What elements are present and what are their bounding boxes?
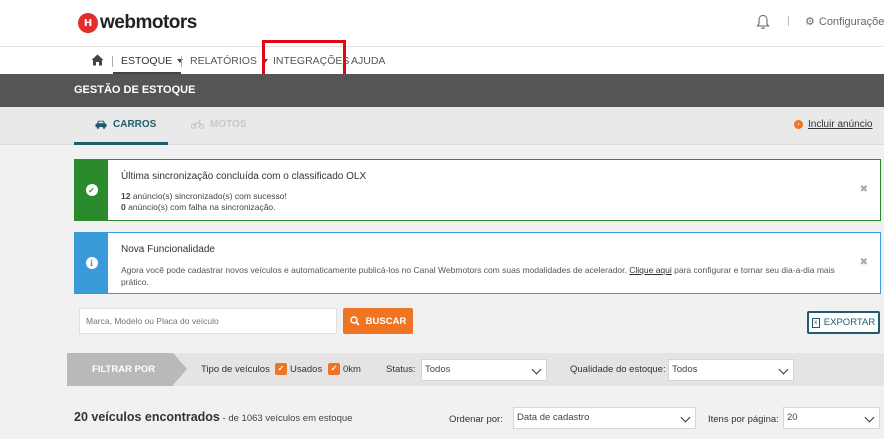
chevron-down-icon — [680, 412, 691, 423]
alert-side: ✓ — [75, 160, 108, 220]
filter-bar: FILTRAR POR Tipo de veículos ✓ Usados ✓ … — [67, 353, 884, 386]
alert-info-text: Agora você pode cadastrar novos veículos… — [121, 264, 851, 288]
quality-label: Qualidade do estoque: — [570, 364, 666, 375]
chevron-down-icon — [864, 412, 875, 423]
usados-checkbox[interactable]: ✓ — [275, 363, 287, 375]
highlight-box — [262, 40, 346, 77]
success-text: anúncio(s) sincronizado(s) com sucesso! — [130, 191, 287, 201]
export-button[interactable]: x EXPORTAR — [807, 311, 880, 334]
info-icon: i — [85, 257, 98, 269]
zerokm-checkbox[interactable]: ✓ — [328, 363, 340, 375]
nav-ajuda[interactable]: AJUDA — [351, 47, 385, 75]
home-icon[interactable] — [91, 54, 104, 66]
tab-carros[interactable]: CARROS — [95, 119, 156, 130]
motorcycle-icon — [191, 120, 204, 129]
webmotors-logo[interactable]: H webmotors — [78, 12, 197, 34]
quality-select[interactable]: Todos — [668, 359, 794, 381]
page-title: GESTÃO DE ESTOQUE — [74, 84, 196, 96]
status-label: Status: — [386, 364, 416, 375]
results-total: - de 1063 veículos em estoque — [219, 413, 353, 424]
results-count: 20 veículos encontrados — [74, 410, 220, 424]
incluir-anuncio-link[interactable]: › Incluir anúncio — [794, 119, 872, 130]
status-select-value: Todos — [425, 364, 451, 375]
zerokm-label: 0km — [343, 364, 361, 375]
car-icon — [95, 120, 107, 129]
vehicle-type-label: Tipo de veículos — [201, 364, 270, 375]
tab-motos-label: MOTOS — [210, 119, 247, 130]
filter-by-label: FILTRAR POR — [67, 353, 173, 386]
search-button-label: BUSCAR — [365, 315, 407, 327]
top-bar: H webmotors ⚙ Configurações — [0, 0, 884, 46]
status-select[interactable]: Todos — [421, 359, 547, 381]
sort-select-value: Data de cadastro — [517, 412, 590, 423]
search-button[interactable]: BUSCAR — [343, 308, 413, 334]
alert-fail-line: 0 anúncio(s) com falha na sincronização. — [121, 202, 276, 212]
info-text-before: Agora você pode cadastrar novos veículos… — [121, 265, 630, 275]
topbar-divider — [788, 16, 789, 26]
close-icon[interactable]: ✖ — [860, 257, 868, 268]
logo-mark: H — [78, 13, 98, 33]
alert-title: Nova Funcionalidade — [121, 244, 215, 255]
results-summary: 20 veículos encontrados - de 1063 veícul… — [74, 410, 352, 424]
quality-select-value: Todos — [672, 364, 698, 375]
alert-success-line: 12 anúncio(s) sincronizado(s) com sucess… — [121, 191, 287, 201]
settings-label: Configurações — [818, 15, 884, 28]
sync-success-alert: ✓ Última sincronização concluída com o c… — [74, 159, 881, 221]
incluir-anuncio-label: Incluir anúncio — [808, 119, 873, 130]
chevron-down-icon — [778, 364, 789, 375]
page-header: GESTÃO DE ESTOQUE — [0, 74, 884, 107]
new-feature-alert: i Nova Funcionalidade Agora você pode ca… — [74, 232, 881, 294]
chevron-right-icon: › — [794, 120, 803, 129]
gear-icon: ⚙ — [805, 16, 815, 28]
nav-divider — [112, 56, 113, 67]
settings-link[interactable]: ⚙ Configurações — [805, 15, 884, 29]
logo-text: webmotors — [100, 12, 197, 33]
close-icon[interactable]: ✖ — [860, 184, 868, 195]
main-nav: ESTOQUE RELATÓRIOS INTEGRAÇÕES AJUDA — [0, 46, 884, 75]
check-circle-icon: ✓ — [85, 184, 98, 196]
alert-side: i — [75, 233, 108, 293]
search-icon — [349, 316, 360, 326]
items-per-page-select[interactable]: 20 — [783, 407, 880, 429]
items-per-page-value: 20 — [787, 412, 798, 423]
export-button-label: EXPORTAR — [823, 317, 876, 328]
nav-relatorios[interactable]: RELATÓRIOS — [190, 47, 268, 75]
search-input[interactable] — [79, 308, 337, 334]
vehicle-tabs: CARROS MOTOS › Incluir anúncio — [0, 107, 884, 145]
items-per-page-label: Itens por página: — [708, 414, 779, 425]
chevron-down-icon — [531, 364, 542, 375]
nav-divider — [181, 56, 182, 67]
excel-file-icon: x — [811, 317, 820, 328]
sort-label: Ordenar por: — [449, 414, 503, 425]
nav-relatorios-label: RELATÓRIOS — [190, 55, 257, 67]
notification-bell-icon[interactable] — [756, 14, 770, 30]
clique-aqui-link[interactable]: Clique aqui — [629, 265, 672, 275]
tab-active-indicator — [74, 142, 168, 145]
fail-text: anúncio(s) com falha na sincronização. — [125, 202, 276, 212]
tab-carros-label: CARROS — [113, 119, 157, 130]
alert-title: Última sincronização concluída com o cla… — [121, 171, 367, 182]
nav-estoque-label: ESTOQUE — [121, 55, 173, 67]
tab-motos[interactable]: MOTOS — [191, 119, 246, 130]
nav-estoque[interactable]: ESTOQUE — [121, 47, 184, 75]
sort-select[interactable]: Data de cadastro — [513, 407, 696, 429]
filter-arrow — [173, 353, 187, 385]
usados-label: Usados — [290, 364, 323, 375]
